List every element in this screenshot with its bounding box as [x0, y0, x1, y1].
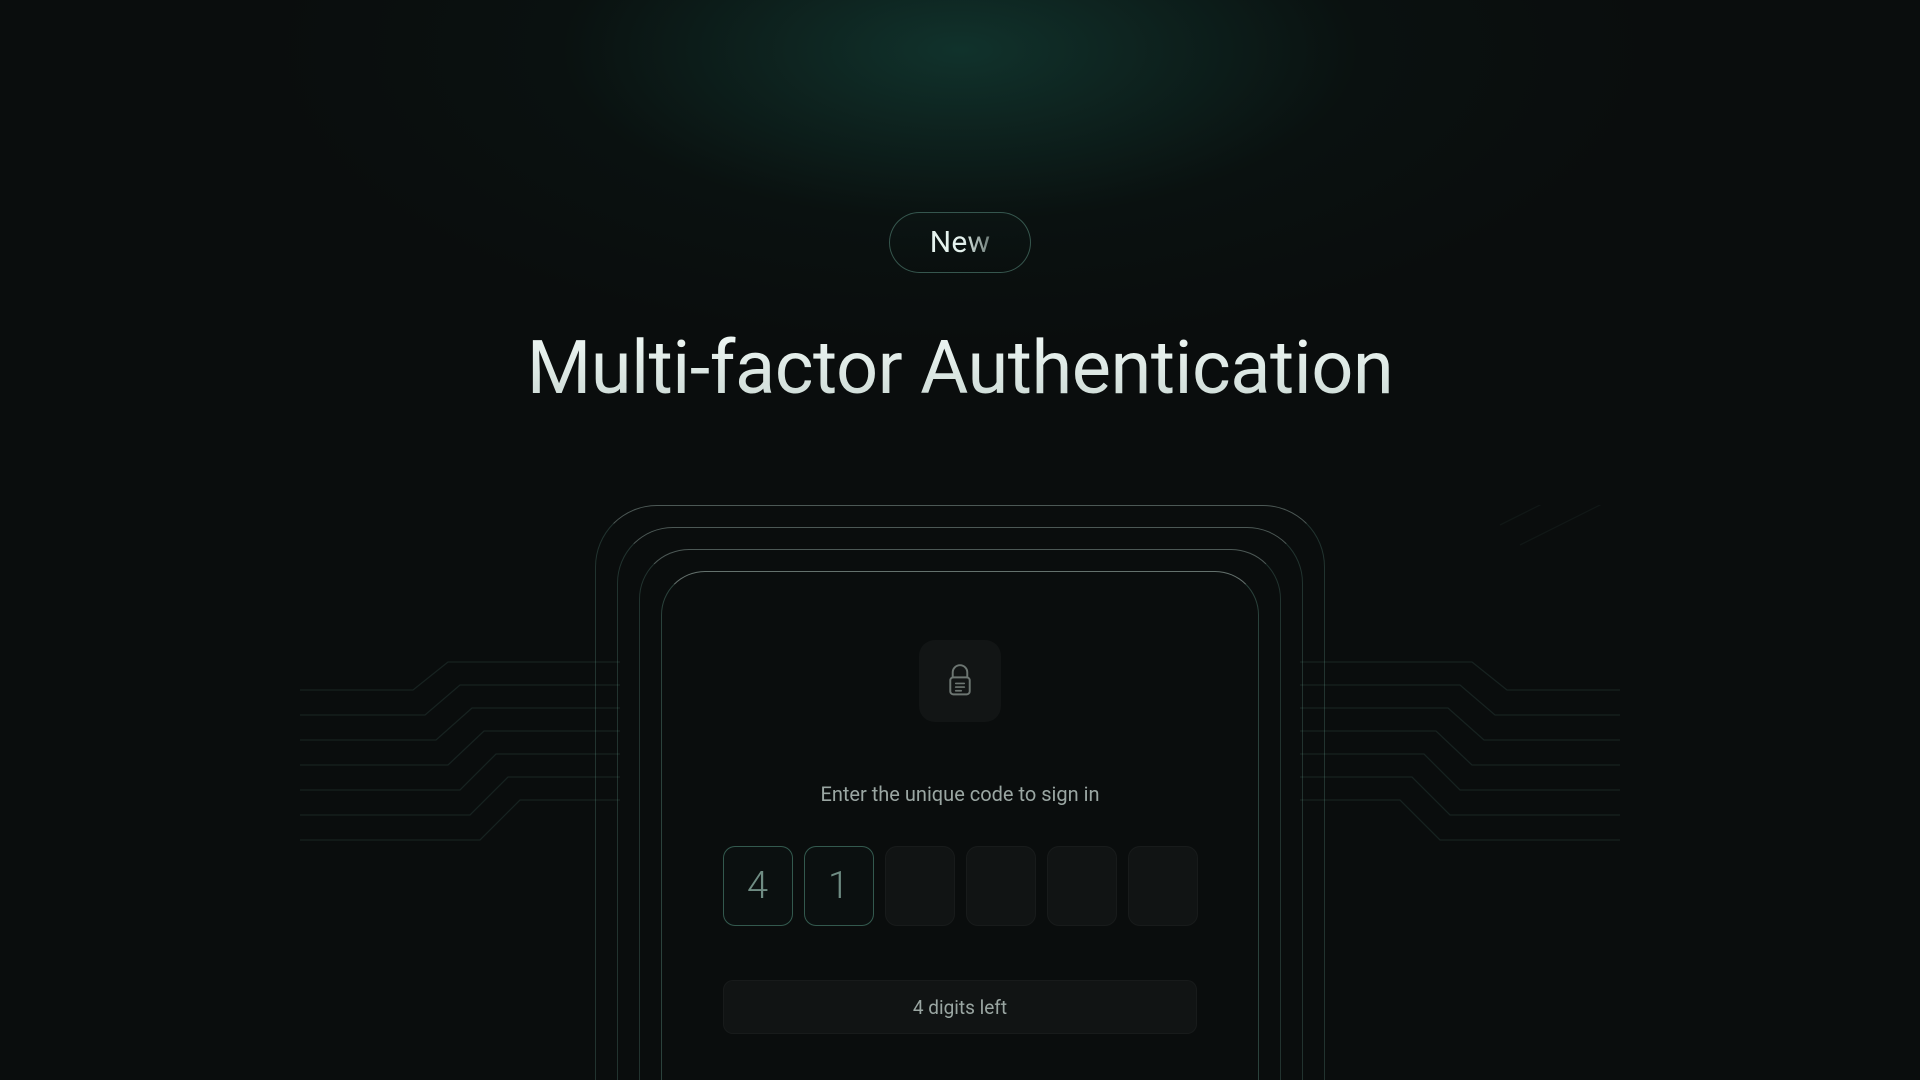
lock-tile	[919, 640, 1001, 722]
code-digit-3[interactable]	[885, 846, 955, 926]
lock-icon	[945, 664, 975, 698]
code-digit-5[interactable]	[1047, 846, 1117, 926]
page-title: Multi-factor Authentication	[527, 325, 1394, 412]
code-input-group: 4 1	[723, 846, 1198, 926]
digits-remaining-status: 4 digits left	[723, 980, 1197, 1034]
new-badge-label: New	[930, 225, 990, 260]
new-badge: New	[889, 212, 1031, 273]
code-digit-4[interactable]	[966, 846, 1036, 926]
mfa-instruction: Enter the unique code to sign in	[820, 782, 1099, 806]
code-digit-6[interactable]	[1128, 846, 1198, 926]
mfa-card: Enter the unique code to sign in 4 1 4 d…	[700, 620, 1220, 1034]
code-digit-1[interactable]: 4	[723, 846, 793, 926]
code-digit-2[interactable]: 1	[804, 846, 874, 926]
